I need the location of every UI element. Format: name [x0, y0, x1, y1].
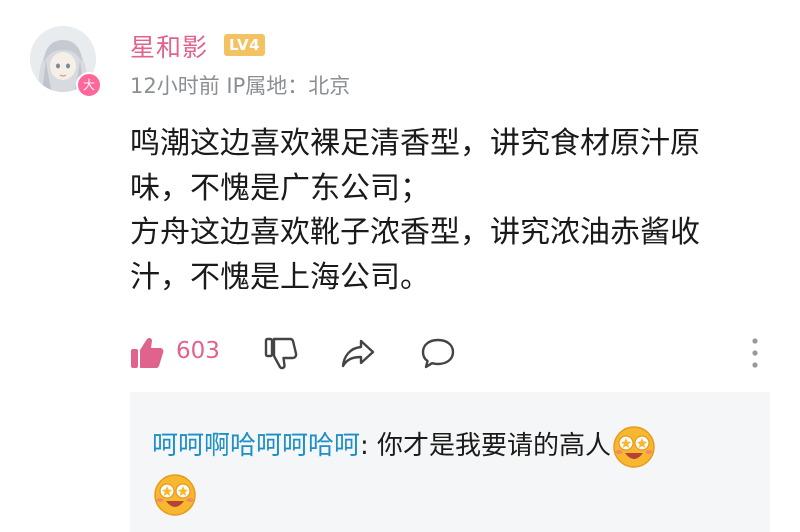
- comment-actions: 603: [130, 334, 770, 374]
- share-icon[interactable]: [340, 336, 376, 370]
- reply-separator: :: [360, 431, 378, 461]
- content-line: 汁，不愧是上海公司。: [130, 259, 430, 295]
- reply-text: 你才是我要请的高人: [377, 431, 612, 461]
- like-count: 603: [176, 338, 220, 364]
- star-eyes-emoji: [611, 424, 657, 470]
- avatar-badge: 大: [76, 72, 102, 98]
- user-avatar[interactable]: 大: [30, 26, 102, 98]
- like-icon[interactable]: [130, 336, 164, 370]
- more-icon[interactable]: [748, 334, 762, 372]
- content-line: 鸣潮这边喜欢裸足清香型，讲究食材原汁原: [130, 126, 700, 161]
- dislike-icon[interactable]: [264, 336, 298, 370]
- level-badge: LV4: [224, 34, 266, 56]
- comment-content: 鸣潮这边喜欢裸足清香型，讲究食材原汁原 味，不愧是广东公司； 方舟这边喜欢靴子浓…: [130, 122, 770, 300]
- content-line: 味，不愧是广东公司；: [130, 170, 430, 206]
- comment-meta: 12小时前 IP属地：北京: [130, 74, 351, 98]
- star-eyes-emoji: [152, 472, 198, 518]
- reply-username[interactable]: 呵呵啊哈呵呵哈呵: [152, 431, 360, 461]
- reply-item: 呵呵啊哈呵呵哈呵: 你才是我要请的高人: [152, 422, 762, 518]
- reply-box[interactable]: 呵呵啊哈呵呵哈呵: 你才是我要请的高人: [130, 392, 770, 532]
- comment-username[interactable]: 星和影: [130, 28, 208, 64]
- content-line: 方舟这边喜欢靴子浓香型，讲究浓油赤酱收: [130, 215, 700, 250]
- comment-icon[interactable]: [420, 336, 456, 370]
